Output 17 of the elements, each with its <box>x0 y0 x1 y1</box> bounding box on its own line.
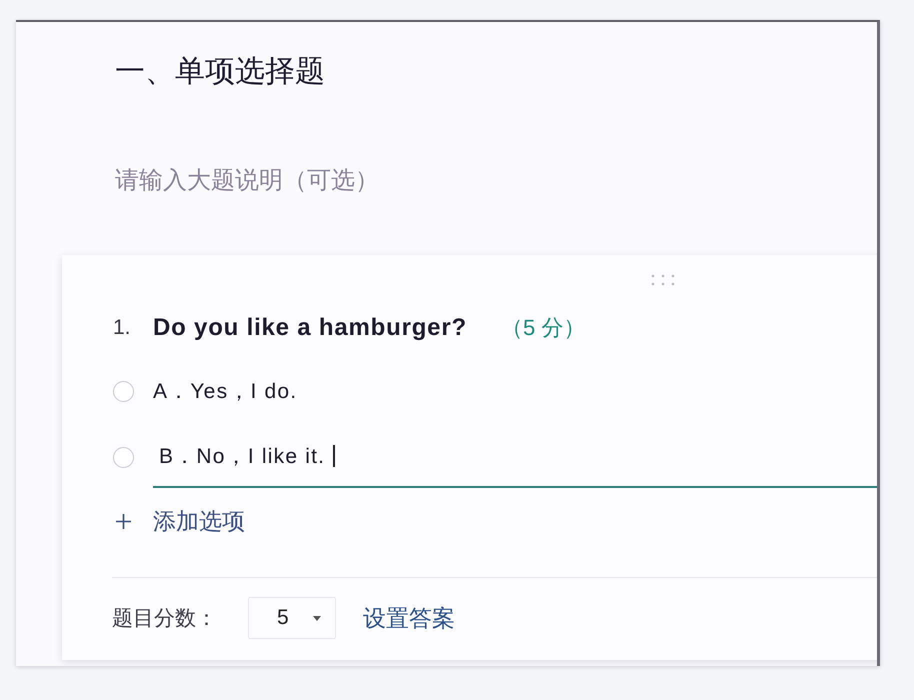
drag-handle-icon[interactable] <box>650 273 676 287</box>
radio-button[interactable] <box>113 380 134 402</box>
option-input-field[interactable]: B．No，I like it. <box>153 426 877 488</box>
plus-icon <box>116 514 131 528</box>
text-cursor-icon <box>333 445 336 467</box>
radio-button[interactable] <box>113 446 134 468</box>
score-label: 题目分数： <box>112 606 218 632</box>
question-text: Do you like a hamburger? <box>153 314 467 342</box>
description-field[interactable]: 请输入大题说明（可选） <box>115 164 535 198</box>
caret-icon <box>312 616 321 620</box>
set-answer-link[interactable]: 设置答案 <box>363 602 455 634</box>
add-option-button[interactable]: 添加选项 <box>113 499 245 543</box>
question-score: （5 分） <box>500 314 586 342</box>
section-title: 一、单项选择题 <box>115 54 325 90</box>
score-select[interactable]: 5 <box>248 597 336 639</box>
option-label: A．Yes，I do. <box>153 379 298 405</box>
question-number: 1. <box>113 316 132 340</box>
